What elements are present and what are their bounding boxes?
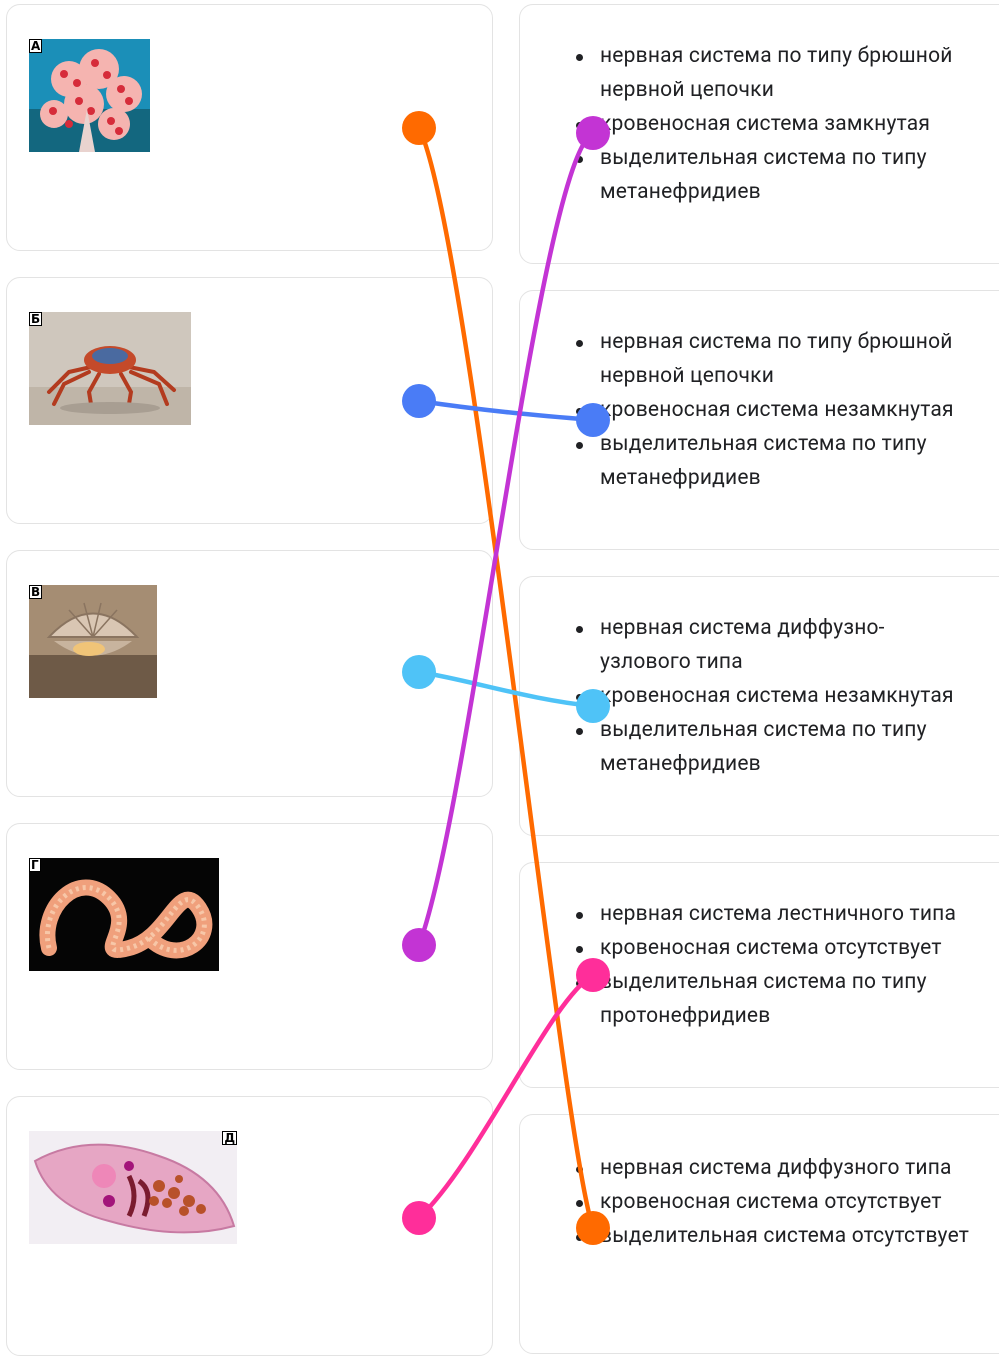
option-property: нервная система лестничного типа xyxy=(574,897,974,931)
left-connector-dot[interactable] xyxy=(402,384,436,418)
option-property: нервная система диффузно-узлового типа xyxy=(574,611,974,679)
option-properties-list: нервная система лестничного типа кровено… xyxy=(574,897,974,1033)
option-property: нервная система по типу брюшной нервной … xyxy=(574,325,974,393)
left-connector-dot[interactable] xyxy=(402,928,436,962)
letter-label: А xyxy=(29,39,43,53)
scallop-photo: В xyxy=(29,585,157,698)
letter-label: Г xyxy=(29,858,41,872)
option-properties-list: нервная система по типу брюшной нервной … xyxy=(574,39,974,209)
option-property: нервная система по типу брюшной нервной … xyxy=(574,39,974,107)
right-connector-dot[interactable] xyxy=(576,116,610,150)
option-property: кровеносная система незамкнутая xyxy=(574,393,974,427)
left-connector-dot[interactable] xyxy=(402,655,436,689)
fluke-photo: Д xyxy=(29,1131,237,1244)
left-connector-dot[interactable] xyxy=(402,1201,436,1235)
letter-label: В xyxy=(29,585,43,599)
option-property: выделительная система отсутствует xyxy=(574,1219,974,1253)
letter-label: Д xyxy=(222,1131,237,1145)
letter-label: Б xyxy=(29,312,43,326)
right-connector-dot[interactable] xyxy=(576,1211,610,1245)
option-property: кровеносная система отсутствует xyxy=(574,931,974,965)
coral-photo: А xyxy=(29,39,150,152)
option-properties-list: нервная система диффузного типа кровенос… xyxy=(574,1151,974,1253)
right-connector-dot[interactable] xyxy=(576,403,610,437)
option-property: выделительная система по типу протонефри… xyxy=(574,965,974,1033)
option-properties-list: нервная система по типу брюшной нервной … xyxy=(574,325,974,495)
option-property: выделительная система по типу метанефрид… xyxy=(574,713,974,781)
right-connector-dot[interactable] xyxy=(576,958,610,992)
right-connector-dot[interactable] xyxy=(576,689,610,723)
left-connector-dot[interactable] xyxy=(402,111,436,145)
option-property: нервная система диффузного типа xyxy=(574,1151,974,1185)
worm-photo: Г xyxy=(29,858,219,971)
option-property: выделительная система по типу метанефрид… xyxy=(574,141,974,209)
option-property: кровеносная система замкнутая xyxy=(574,107,974,141)
option-property: кровеносная система отсутствует xyxy=(574,1185,974,1219)
option-property: выделительная система по типу метанефрид… xyxy=(574,427,974,495)
crab-photo: Б xyxy=(29,312,191,425)
option-property: кровеносная система незамкнутая xyxy=(574,679,974,713)
option-properties-list: нервная система диффузно-узлового типа к… xyxy=(574,611,974,781)
